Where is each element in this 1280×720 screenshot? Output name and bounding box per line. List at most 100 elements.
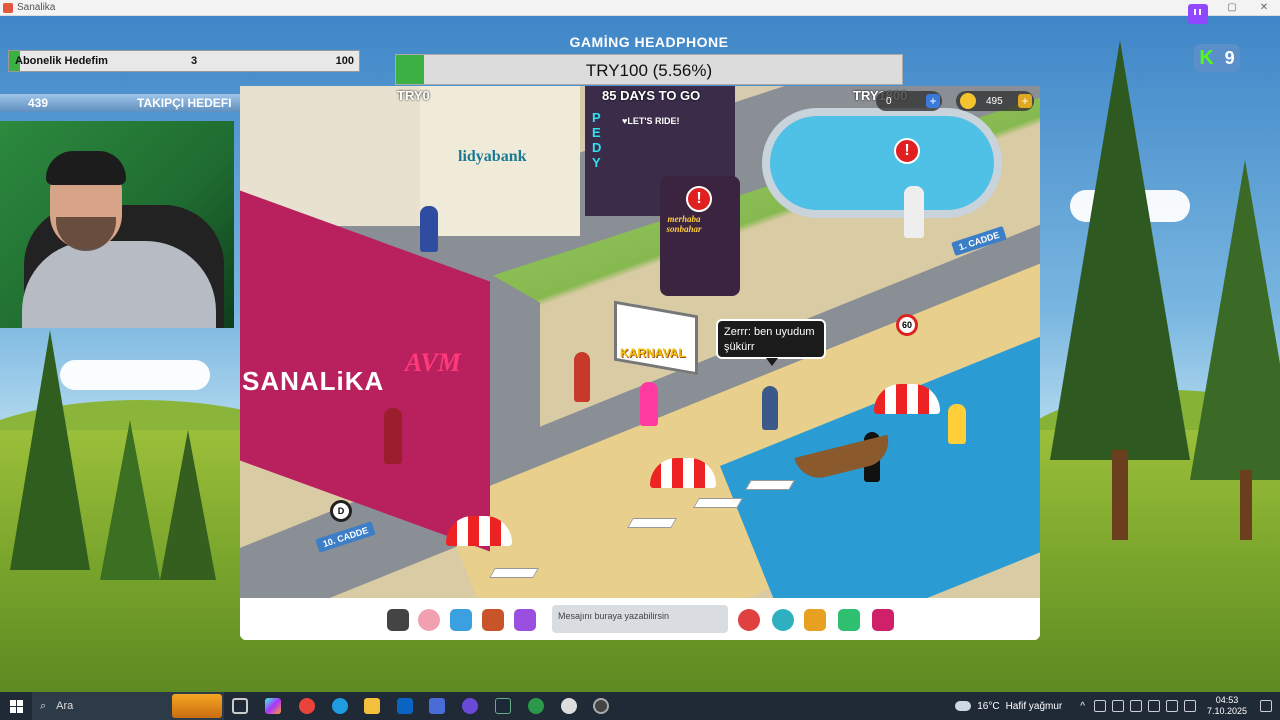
donation-goal-title: GAMİNG HEADPHONE: [569, 34, 729, 50]
quest-alert-icon[interactable]: !: [894, 138, 920, 164]
weather-widget[interactable]: 16°C Hafif yağmur: [955, 701, 1062, 712]
start-button[interactable]: [0, 692, 32, 720]
battery-icon[interactable]: [1183, 700, 1196, 712]
avatar-player[interactable]: [574, 352, 590, 402]
donation-goal-text: TRY100 (5.56%): [585, 61, 713, 80]
dance-icon[interactable]: [450, 609, 472, 631]
phone-icon[interactable]: [387, 609, 409, 631]
edge-icon[interactable]: [332, 698, 348, 714]
beach-lounger: [745, 480, 795, 490]
add-currency-2-button[interactable]: +: [1018, 94, 1032, 108]
file-explorer-icon[interactable]: [364, 698, 380, 714]
tree-trunk: [1240, 470, 1252, 540]
windows-taskbar: ⌕ Ara 16°C Hafif yağmur ^ 04:53 7.10.202…: [0, 692, 1280, 720]
taskbar-time: 04:53: [1215, 695, 1239, 705]
subscriber-goal-target: 100: [335, 55, 354, 67]
beach-lounger: [693, 498, 743, 508]
currency-display-1: 0 +: [876, 91, 942, 111]
actions-icon[interactable]: [514, 609, 536, 631]
mic-icon[interactable]: [1129, 700, 1142, 712]
swimming-pool: [762, 108, 1002, 218]
tray-app-icon[interactable]: [1111, 700, 1124, 712]
tray-app-icon[interactable]: [1093, 700, 1106, 712]
avatar-player[interactable]: [640, 382, 658, 426]
network-icon[interactable]: [1147, 700, 1160, 712]
window-title: Sanalika: [17, 2, 56, 13]
emoji-icon[interactable]: [772, 609, 794, 631]
subscriber-goal-bar: Abonelik Hedefim 3 100: [8, 50, 360, 72]
system-tray: 16°C Hafif yağmur ^ 04:53 7.10.2025: [955, 692, 1280, 720]
follower-goal-label: TAKIPÇI HEDEFI: [137, 96, 232, 110]
app-icon: [3, 2, 13, 13]
bank-sign: lidyabank: [458, 148, 527, 165]
rain-cloud-icon: [955, 701, 972, 711]
friends-icon[interactable]: [418, 609, 440, 631]
subscriber-goal-current: 3: [191, 55, 198, 67]
game-scene[interactable]: lidyabank SANALiKA AVM PEDY ♥LET'S RIDE!…: [240, 86, 1040, 598]
taskbar-search[interactable]: ⌕ Ara: [32, 692, 224, 720]
chat-bubble-user: Zerrr:: [724, 326, 751, 338]
donation-start-label: TRY0: [397, 88, 430, 103]
chrome-icon[interactable]: [299, 698, 315, 714]
taskbar-date: 7.10.2025: [1206, 706, 1247, 716]
obs-icon[interactable]: [593, 698, 609, 714]
trophy-icon[interactable]: [804, 609, 826, 631]
task-view-icon[interactable]: [232, 698, 248, 714]
maximize-button[interactable]: ▢: [1216, 0, 1248, 16]
tree-trunk: [1112, 450, 1128, 540]
volume-icon[interactable]: [1165, 700, 1178, 712]
avatar-player[interactable]: [948, 404, 966, 444]
outlook-icon[interactable]: [397, 698, 413, 714]
chat-bubbles-icon[interactable]: [738, 609, 760, 631]
steam-icon[interactable]: [495, 698, 511, 714]
diamond-icon[interactable]: [872, 609, 894, 631]
inventory-bag-icon[interactable]: [482, 609, 504, 631]
weather-temp: 16°C: [977, 700, 1000, 712]
pine-tree: [10, 330, 90, 570]
currency-2-value: 495: [986, 95, 1003, 107]
autumn-sign: merhaba sonbahar: [666, 214, 702, 234]
avatar-police[interactable]: [420, 206, 438, 252]
taskbar-clock[interactable]: 04:53 7.10.2025: [1207, 695, 1247, 717]
chat-input[interactable]: Mesajını buraya yazabilirsin: [552, 605, 728, 633]
currency-1-value: 0: [886, 95, 892, 107]
avatar-player[interactable]: [384, 408, 402, 464]
webcam-feed: [0, 121, 234, 328]
close-button[interactable]: ✕: [1248, 0, 1280, 16]
pine-tree: [160, 430, 216, 580]
avatar-zerrr[interactable]: [762, 386, 778, 430]
store-icon[interactable]: [429, 698, 445, 714]
carnival-sign: KARNAVAL: [620, 346, 686, 360]
kick-viewer-badge: K 9: [1194, 44, 1240, 72]
follower-goal-current: 439: [28, 96, 49, 110]
mall-avm-sign: AVM: [405, 348, 461, 377]
windows-logo-icon: [9, 699, 23, 713]
chat-app-icon[interactable]: [561, 698, 577, 714]
streamer-shirt: [22, 241, 216, 328]
pine-tree: [1190, 160, 1280, 480]
kick-viewer-count: 9: [1224, 47, 1235, 68]
search-highlight-image: [172, 694, 222, 718]
streaming-app-icon[interactable]: [462, 698, 478, 714]
subscriber-goal-label: Abonelik Hedefim: [15, 55, 108, 67]
quest-alert-icon[interactable]: !: [686, 186, 712, 212]
show-hidden-icons-icon[interactable]: ^: [1080, 701, 1085, 712]
streamer-hair: [46, 151, 126, 185]
kick-logo-icon: K: [1199, 46, 1214, 69]
donation-countdown: 85 DAYS TO GO: [602, 88, 701, 103]
add-currency-1-button[interactable]: +: [926, 94, 940, 108]
notification-icon[interactable]: [1260, 700, 1272, 712]
game-window[interactable]: lidyabank SANALiKA AVM PEDY ♥LET'S RIDE!…: [240, 86, 1040, 640]
chat-bubble: Zerrr: ben uyudum şükürr: [716, 319, 826, 366]
weather-desc: Hafif yağmur: [1005, 700, 1063, 712]
copilot-icon[interactable]: [265, 698, 281, 714]
game-client-icon[interactable]: [528, 698, 544, 714]
island-icon[interactable]: [838, 609, 860, 631]
beach-lounger: [627, 518, 677, 528]
speed-limit-sign: 60: [896, 314, 918, 336]
statue: [904, 186, 924, 238]
twitch-icon: [1188, 4, 1208, 24]
pine-tree: [100, 420, 160, 580]
beach-lounger: [489, 568, 539, 578]
donation-goal-bar: TRY100 (5.56%): [395, 54, 903, 85]
